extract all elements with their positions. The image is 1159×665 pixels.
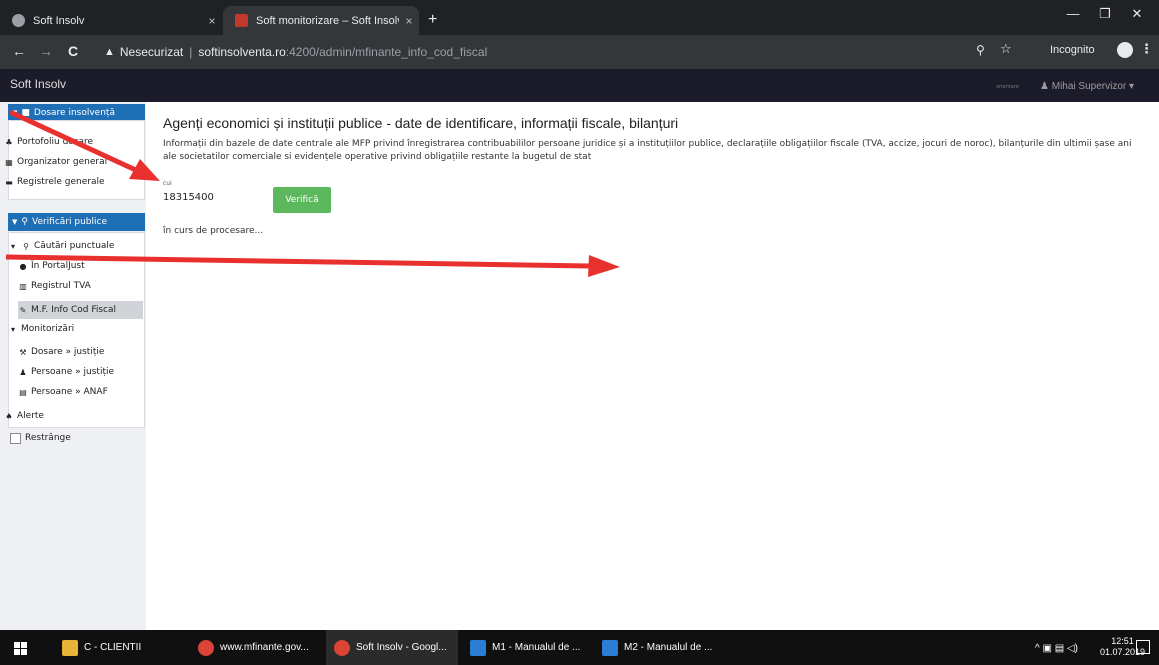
- system-tray-icons[interactable]: ^ ▣ ▤ ◁): [1035, 643, 1078, 654]
- chrome-icon: [198, 639, 214, 656]
- annotation-arrows: [5, 109, 620, 277]
- folder-icon: [62, 639, 78, 656]
- taskbar-item-clientii[interactable]: C - CLIENTII: [62, 630, 187, 665]
- document-icon: [602, 639, 618, 656]
- annotation-arrow-to-description: [8, 109, 160, 181]
- taskbar-item-m1-manual[interactable]: M1 - Manualul de ...: [470, 630, 590, 665]
- chrome-icon: [334, 639, 350, 656]
- document-icon: [470, 639, 486, 656]
- notifications-icon[interactable]: [1136, 640, 1150, 654]
- taskbar-item-mfinante[interactable]: www.mfinante.gov...: [198, 630, 322, 665]
- taskbar-item-soft-insolv[interactable]: Soft Insolv - Googl...: [326, 630, 458, 665]
- windows-start-icon[interactable]: [14, 641, 28, 655]
- taskbar-item-m2-manual[interactable]: M2 - Manualul de ...: [602, 630, 722, 665]
- annotation-arrow-to-result-area: [5, 254, 620, 277]
